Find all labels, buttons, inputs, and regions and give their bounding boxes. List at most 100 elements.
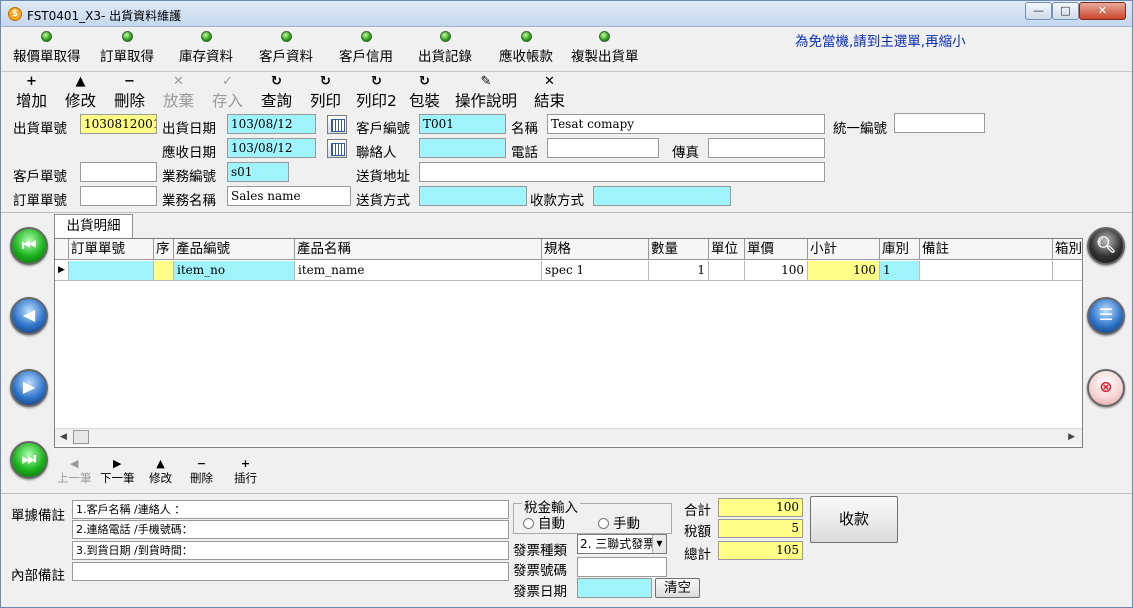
- edit-button[interactable]: ▲ 修改: [65, 74, 96, 112]
- nav-ship-records[interactable]: 出貨記錄: [418, 31, 472, 71]
- sales-name-field[interactable]: Sales name: [227, 186, 351, 206]
- nav-inventory[interactable]: 庫存資料: [179, 31, 233, 71]
- ship-no-field[interactable]: 1030812001: [80, 114, 157, 134]
- pack-button[interactable]: ↻ 包裝: [409, 74, 440, 112]
- minimize-button[interactable]: —: [1025, 2, 1052, 20]
- cust-code-field[interactable]: T001: [419, 114, 506, 134]
- scroll-thumb[interactable]: [73, 430, 89, 444]
- calendar-icon[interactable]: [327, 115, 347, 134]
- tab-ship-detail[interactable]: 出貨明細: [54, 214, 133, 238]
- row-delete-button[interactable]: − 刪除: [190, 457, 213, 486]
- sales-code-field[interactable]: s01: [227, 162, 289, 182]
- nav-quote-fetch[interactable]: 報價單取得: [13, 31, 81, 71]
- row-next-button[interactable]: ▶ 下一筆: [100, 457, 135, 486]
- cell-price[interactable]: 100: [745, 261, 808, 281]
- query-button[interactable]: ↻ 查詢: [261, 74, 292, 112]
- cell-warehouse[interactable]: 1: [880, 261, 920, 281]
- ship-date-label: 出貨日期: [162, 121, 216, 137]
- list-icon[interactable]: ☰: [1087, 297, 1125, 335]
- col-qty[interactable]: 數量: [649, 239, 709, 260]
- ship-method-field[interactable]: [419, 186, 527, 206]
- clear-button[interactable]: 清空: [655, 578, 700, 598]
- invoice-date-field[interactable]: [577, 578, 652, 598]
- nav-customer[interactable]: 客戶資料: [259, 31, 313, 71]
- tax-auto-radio[interactable]: 自動: [523, 512, 565, 532]
- print-button[interactable]: ↻ 列印: [310, 74, 341, 112]
- cell-order-no[interactable]: [69, 261, 154, 281]
- save-button[interactable]: ✓ 存入: [212, 74, 243, 112]
- delete-button[interactable]: − 刪除: [114, 74, 145, 112]
- close-button[interactable]: ✕: [1079, 2, 1126, 20]
- col-unit[interactable]: 單位: [709, 239, 745, 260]
- col-item-no[interactable]: 產品編號: [174, 239, 295, 260]
- col-seq[interactable]: 序: [154, 239, 174, 260]
- nav-order-fetch[interactable]: 訂單取得: [100, 31, 154, 71]
- receive-payment-button[interactable]: 收款: [810, 496, 898, 543]
- status-dot-icon: [520, 31, 532, 42]
- ship-date-field[interactable]: 103/08/12: [227, 114, 316, 134]
- recv-date-label: 應收日期: [162, 145, 216, 161]
- radio-icon: [523, 518, 534, 529]
- row-edit-button[interactable]: ▲ 修改: [149, 457, 172, 486]
- col-order-no[interactable]: 訂單單號: [69, 239, 154, 260]
- contact-field[interactable]: [419, 138, 506, 158]
- exit-button[interactable]: ✕ 結束: [534, 74, 565, 112]
- name-field[interactable]: Tesat comapy: [547, 114, 825, 134]
- cell-qty[interactable]: 1: [649, 261, 709, 281]
- internal-memo-field[interactable]: [72, 562, 509, 581]
- last-record-icon[interactable]: ⏭: [10, 441, 48, 479]
- calendar-icon[interactable]: [327, 139, 347, 158]
- memo-line-1[interactable]: 1.客戶名稱 /連絡人 ：: [72, 500, 509, 519]
- discard-button[interactable]: ✕ 放棄: [163, 74, 194, 112]
- maximize-button[interactable]: □: [1052, 2, 1079, 20]
- col-subtotal[interactable]: 小計: [808, 239, 880, 260]
- first-record-icon[interactable]: ⏮: [10, 227, 48, 265]
- pay-method-field[interactable]: [593, 186, 731, 206]
- cell-subtotal[interactable]: 100: [808, 261, 880, 281]
- scroll-left-icon[interactable]: ◀: [60, 429, 67, 445]
- tax-input-group: 稅金輸入 自動 手動: [513, 496, 672, 534]
- cell-spec[interactable]: spec 1: [542, 261, 649, 281]
- col-warehouse[interactable]: 庫別: [880, 239, 920, 260]
- app-icon: $: [8, 7, 22, 21]
- cell-unit[interactable]: [709, 261, 745, 281]
- nav-receivables[interactable]: 應收帳款: [499, 31, 553, 71]
- invoice-type-select[interactable]: 2. 三聯式發票 ▼: [577, 534, 667, 554]
- print2-button[interactable]: ↻ 列印2: [356, 74, 397, 112]
- add-button[interactable]: + 增加: [16, 74, 47, 112]
- cell-seq[interactable]: [154, 261, 174, 281]
- nav-credit[interactable]: 客戶信用: [339, 31, 393, 71]
- row-insert-button[interactable]: + 插行: [234, 457, 257, 486]
- cell-item-no[interactable]: item_no: [174, 261, 295, 281]
- memo-line-2[interactable]: 2.連絡電話 /手機號碼：: [72, 520, 509, 539]
- cust-order-field[interactable]: [80, 162, 157, 182]
- col-box[interactable]: 箱別: [1053, 239, 1082, 260]
- tax-manual-radio[interactable]: 手動: [598, 512, 640, 532]
- order-no-field[interactable]: [80, 186, 157, 206]
- col-note[interactable]: 備註: [920, 239, 1053, 260]
- invoice-no-field[interactable]: [577, 557, 667, 577]
- cell-item-name[interactable]: item_name: [295, 261, 542, 281]
- fax-field[interactable]: [708, 138, 825, 158]
- next-record-icon[interactable]: ▶: [10, 369, 48, 407]
- prev-record-icon[interactable]: ◀: [10, 297, 48, 335]
- nav-copy-shipment[interactable]: 複製出貨單: [571, 31, 639, 71]
- cell-note[interactable]: [920, 261, 1053, 281]
- horizontal-scrollbar[interactable]: ◀ ▶: [55, 428, 1082, 445]
- chevron-down-icon[interactable]: ▼: [652, 535, 666, 553]
- search-icon[interactable]: 🔍︎: [1087, 227, 1125, 265]
- cancel-icon[interactable]: ⊗: [1087, 369, 1125, 407]
- refresh-icon: ↻: [419, 74, 430, 89]
- col-spec[interactable]: 規格: [542, 239, 649, 260]
- col-item-name[interactable]: 產品名稱: [295, 239, 542, 260]
- recv-date-field[interactable]: 103/08/12: [227, 138, 316, 158]
- memo-line-3[interactable]: 3.到貨日期 /到貨時間：: [72, 541, 509, 560]
- taxid-field[interactable]: [894, 113, 985, 133]
- help-button[interactable]: ✎ 操作說明: [455, 74, 517, 112]
- address-field[interactable]: [419, 162, 825, 182]
- col-price[interactable]: 單價: [745, 239, 808, 260]
- row-prev-button[interactable]: ◀ 上一筆: [57, 457, 92, 486]
- scroll-right-icon[interactable]: ▶: [1068, 429, 1075, 445]
- phone-field[interactable]: [547, 138, 659, 158]
- cell-box[interactable]: [1053, 261, 1082, 281]
